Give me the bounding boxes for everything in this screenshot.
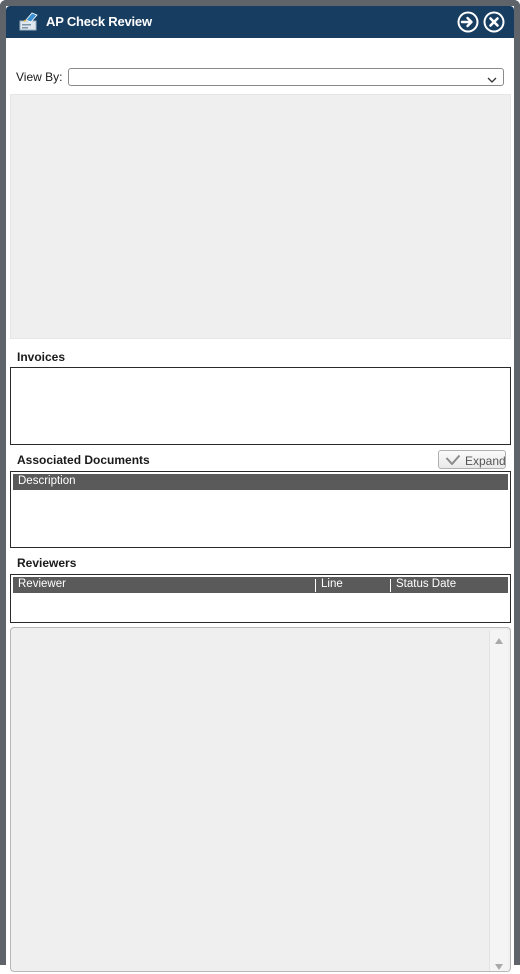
column-header-status-date[interactable]: Status Date: [396, 578, 456, 590]
expand-label: Expand: [465, 454, 506, 468]
column-header-reviewer[interactable]: Reviewer: [18, 578, 66, 590]
reviewers-grid[interactable]: Reviewer Line Status Date: [10, 574, 511, 623]
invoices-list[interactable]: [10, 367, 511, 445]
detail-panel: [10, 627, 511, 972]
view-by-label: View By:: [16, 70, 63, 84]
chevron-down-icon: [487, 73, 497, 87]
reviewers-label: Reviewers: [17, 556, 77, 570]
column-header-line[interactable]: Line: [321, 578, 343, 590]
column-divider[interactable]: [390, 579, 391, 592]
preview-panel: [10, 94, 511, 339]
column-divider[interactable]: [315, 579, 316, 592]
reviewers-header: Reviewer Line Status Date: [13, 577, 508, 593]
title-bar: AP Check Review: [6, 6, 514, 38]
arrow-right-circle-icon[interactable]: [456, 10, 480, 34]
associated-documents-label: Associated Documents: [17, 453, 150, 467]
associated-documents-grid[interactable]: Description: [10, 471, 511, 548]
close-circle-icon[interactable]: [482, 10, 506, 34]
vertical-scrollbar[interactable]: [489, 630, 508, 971]
invoices-label: Invoices: [17, 350, 66, 364]
column-header-description[interactable]: Description: [18, 475, 76, 487]
scroll-down-arrow-icon[interactable]: [494, 960, 504, 974]
view-by-select[interactable]: [68, 68, 504, 86]
scroll-up-arrow-icon[interactable]: [494, 634, 504, 648]
window-title: AP Check Review: [46, 14, 152, 29]
associated-documents-header: Description: [13, 474, 508, 490]
check-icon: [445, 454, 461, 469]
check-review-app-icon: [18, 11, 40, 33]
expand-button[interactable]: Expand: [438, 450, 506, 469]
